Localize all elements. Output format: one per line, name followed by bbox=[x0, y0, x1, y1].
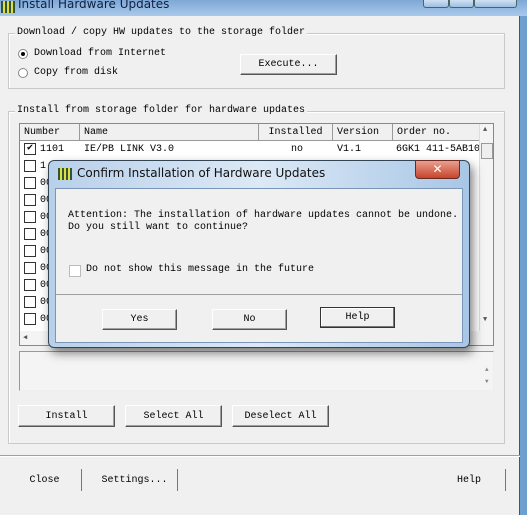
dialog-close-button[interactable]: ✕ bbox=[415, 160, 460, 179]
scroll-thumb[interactable] bbox=[481, 143, 493, 159]
scroll-up-icon[interactable]: ▲ bbox=[485, 366, 489, 373]
copy-disk-radio[interactable] bbox=[18, 68, 28, 78]
column-order-no[interactable]: Order no. bbox=[393, 124, 480, 141]
do-not-show-label: Do not show this message in the future bbox=[86, 264, 315, 275]
download-internet-label: Download from Internet bbox=[34, 48, 167, 59]
row-checkbox[interactable] bbox=[24, 279, 36, 291]
row-checkbox[interactable] bbox=[24, 296, 36, 308]
cell-number: 1101 bbox=[40, 144, 65, 155]
close-icon[interactable]: ✕ bbox=[432, 162, 442, 176]
scroll-left-icon[interactable]: ◀ bbox=[23, 333, 27, 342]
row-checkbox[interactable] bbox=[24, 211, 36, 223]
maximize-button[interactable] bbox=[449, 0, 474, 8]
dialog-client: Attention: The installation of hardware … bbox=[55, 188, 463, 343]
select-all-button[interactable]: Select All bbox=[125, 405, 222, 427]
copy-disk-label: Copy from disk bbox=[34, 67, 119, 78]
execute-button[interactable]: Execute... bbox=[240, 54, 337, 75]
row-checkbox[interactable] bbox=[24, 177, 36, 189]
scroll-down-icon[interactable]: ▼ bbox=[483, 316, 487, 324]
row-checkbox[interactable] bbox=[24, 194, 36, 206]
confirm-dialog: Confirm Installation of Hardware Updates… bbox=[48, 160, 470, 348]
hw-update-icon bbox=[58, 168, 72, 180]
scroll-down-icon[interactable]: ▼ bbox=[485, 378, 489, 385]
minimize-button[interactable] bbox=[423, 0, 449, 8]
row-checkbox[interactable]: ✔ bbox=[24, 143, 36, 155]
row-checkbox[interactable] bbox=[24, 228, 36, 240]
close-button[interactable]: Close bbox=[8, 469, 82, 491]
table-row[interactable]: ✔ 1101 IE/PB LINK V3.0 no V1.1 6GK1 411-5AB10 bbox=[20, 141, 480, 158]
row-checkbox[interactable] bbox=[24, 160, 36, 172]
footer-divider bbox=[0, 455, 520, 457]
column-number[interactable]: Number bbox=[20, 124, 80, 141]
hw-update-icon bbox=[1, 1, 15, 13]
deselect-all-button[interactable]: Deselect All bbox=[232, 405, 329, 427]
column-version[interactable]: Version bbox=[333, 124, 393, 141]
vertical-scrollbar[interactable]: ▲ ▼ bbox=[479, 124, 493, 331]
dialog-message-line1: Attention: The installation of hardware … bbox=[68, 210, 459, 221]
row-checkbox[interactable] bbox=[24, 313, 36, 325]
cell-installed: no bbox=[290, 144, 304, 155]
cell-order: 6GK1 411-5AB10 bbox=[396, 144, 481, 155]
cell-number: 1 bbox=[40, 161, 47, 172]
cell-version: V1.1 bbox=[337, 144, 362, 155]
dialog-help-button[interactable]: Help bbox=[320, 307, 395, 328]
details-textarea[interactable]: ▲ ▼ bbox=[19, 351, 494, 391]
cell-name: IE/PB LINK V3.0 bbox=[84, 144, 175, 155]
dialog-message-line2: Do you still want to continue? bbox=[68, 222, 249, 233]
download-internet-radio[interactable] bbox=[18, 49, 28, 59]
window-close-button[interactable] bbox=[474, 0, 517, 8]
row-checkbox[interactable] bbox=[24, 245, 36, 257]
yes-button[interactable]: Yes bbox=[102, 309, 177, 330]
no-button[interactable]: No bbox=[212, 309, 287, 330]
install-button[interactable]: Install bbox=[18, 405, 115, 427]
row-checkbox[interactable] bbox=[24, 262, 36, 274]
do-not-show-checkbox[interactable] bbox=[69, 265, 81, 277]
install-group-legend: Install from storage folder for hardware… bbox=[15, 105, 308, 116]
title-bar: Install Hardware Updates bbox=[0, 0, 527, 16]
dialog-title: Confirm Installation of Hardware Updates bbox=[77, 166, 326, 180]
column-name[interactable]: Name bbox=[80, 124, 259, 141]
dialog-divider bbox=[56, 294, 462, 295]
scroll-up-icon[interactable]: ▲ bbox=[483, 126, 487, 134]
window-title: Install Hardware Updates bbox=[18, 0, 170, 11]
download-group-legend: Download / copy HW updates to the storag… bbox=[15, 27, 308, 38]
settings-button[interactable]: Settings... bbox=[92, 469, 178, 491]
help-button[interactable]: Help bbox=[433, 469, 506, 491]
column-installed[interactable]: Installed bbox=[259, 124, 333, 141]
